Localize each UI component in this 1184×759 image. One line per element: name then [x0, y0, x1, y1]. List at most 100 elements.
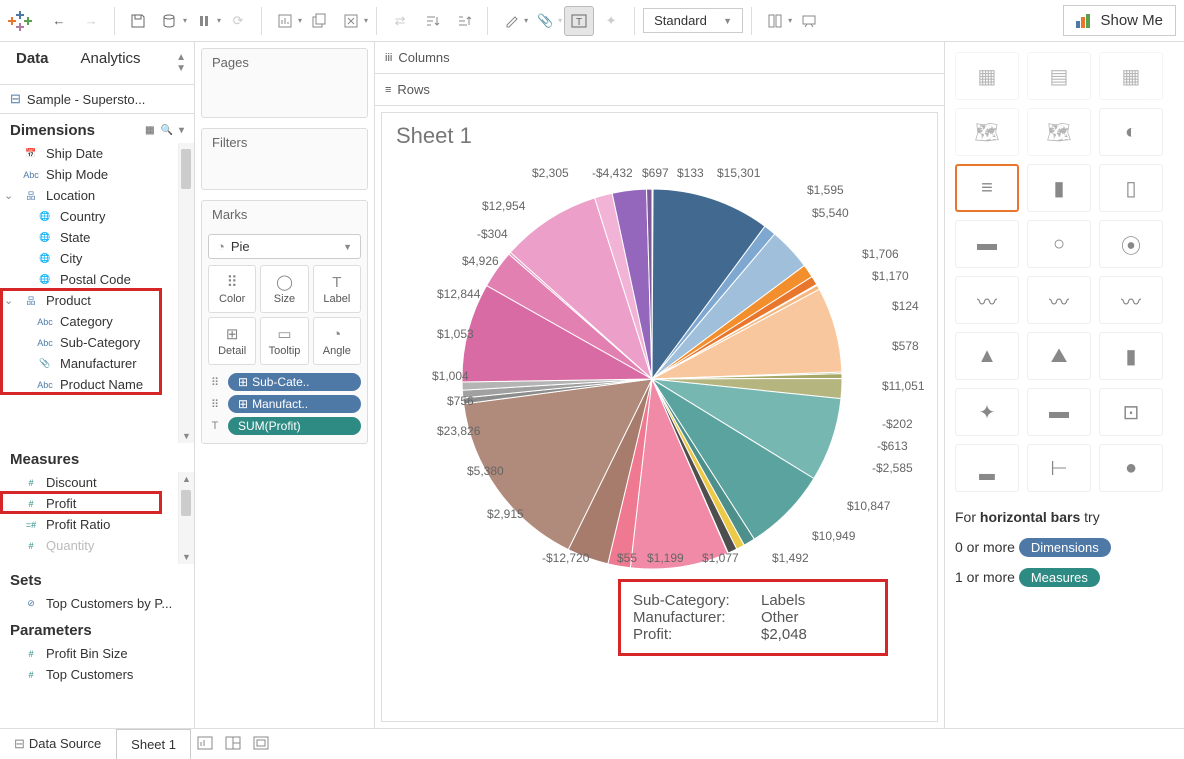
clear-button[interactable] — [336, 6, 366, 36]
showme-viz-15[interactable]: ▲ — [955, 332, 1019, 380]
showme-viz-17[interactable]: ▮ — [1099, 332, 1163, 380]
showme-viz-19[interactable]: ▬ — [1027, 388, 1091, 436]
new-dashboard-tab[interactable] — [219, 736, 247, 753]
cards-button[interactable] — [760, 6, 790, 36]
field-top-customers[interactable]: #Top Customers — [0, 664, 194, 685]
chart-label: $578 — [892, 339, 919, 353]
save-button[interactable] — [123, 6, 153, 36]
showme-button[interactable]: Show Me — [1063, 5, 1176, 36]
marks-size[interactable]: ◯Size — [260, 265, 308, 313]
tab-data[interactable]: Data — [0, 42, 65, 84]
fit-dropdown[interactable]: Standard▼ — [643, 8, 743, 33]
duplicate-button[interactable] — [304, 6, 334, 36]
showme-viz-11[interactable]: ⦿ — [1099, 220, 1163, 268]
forward-button[interactable]: → — [76, 6, 106, 36]
back-button[interactable]: ← — [44, 6, 74, 36]
showme-viz-12[interactable]: 〰 — [955, 276, 1019, 324]
columns-shelf[interactable]: iiiColumns — [375, 42, 944, 74]
chart-label: $1,170 — [872, 269, 909, 283]
field-city[interactable]: 🌐City — [0, 248, 178, 269]
datasource-tab[interactable]: ⊟Data Source — [0, 729, 116, 759]
showme-viz-3[interactable]: 🗺 — [955, 108, 1019, 156]
field-country[interactable]: 🌐Country — [0, 206, 178, 227]
marks-color[interactable]: ⠿Color — [208, 265, 256, 313]
showme-viz-22[interactable]: ⊢ — [1027, 444, 1091, 492]
showme-viz-14[interactable]: 〰 — [1099, 276, 1163, 324]
pill-row[interactable]: TSUM(Profit) — [208, 417, 361, 435]
sort-asc-button[interactable] — [417, 6, 447, 36]
sheet-tabs-footer: ⊟Data Source Sheet 1 — [0, 728, 1184, 759]
showme-viz-0[interactable]: ▦ — [955, 52, 1019, 100]
showme-viz-9[interactable]: ▬ — [955, 220, 1019, 268]
refresh-button[interactable]: ⟳ — [223, 6, 253, 36]
marks-angle[interactable]: ◔Angle — [313, 317, 361, 365]
field-product[interactable]: ⌄品Product — [0, 290, 178, 311]
new-worksheet-button[interactable] — [270, 6, 300, 36]
mark-type-dropdown[interactable]: ◔Pie▼ — [208, 234, 361, 259]
new-datasource-button[interactable] — [155, 6, 185, 36]
field-sub-category[interactable]: AbcSub-Category — [0, 332, 178, 353]
field-profit[interactable]: #Profit — [0, 493, 178, 514]
labels-button[interactable]: T — [564, 6, 594, 36]
field-location[interactable]: ⌄品Location — [0, 185, 178, 206]
showme-viz-20[interactable]: ⊡ — [1099, 388, 1163, 436]
field-ship-date[interactable]: 📅Ship Date — [0, 143, 178, 164]
pause-updates-button[interactable] — [189, 6, 219, 36]
params-header: Parameters — [0, 614, 194, 643]
field-category[interactable]: AbcCategory — [0, 311, 178, 332]
field-profit-ratio[interactable]: =#Profit Ratio — [0, 514, 178, 535]
sets-header: Sets — [0, 564, 194, 593]
pill-row[interactable]: ⠿⊞Sub-Cate.. — [208, 373, 361, 391]
presentation-button[interactable] — [794, 6, 824, 36]
new-story-tab[interactable] — [247, 736, 275, 753]
shelves-panel: Pages Filters Marks ◔Pie▼ ⠿Color◯SizeTLa… — [195, 42, 375, 728]
swap-button[interactable]: ⇄ — [385, 6, 415, 36]
chart-label: -$2,585 — [872, 461, 913, 475]
chart-label: $1,706 — [862, 247, 899, 261]
sheet-title[interactable]: Sheet 1 — [382, 113, 937, 159]
measures-header: Measures — [0, 443, 194, 472]
highlight-button[interactable] — [496, 6, 526, 36]
showme-viz-13[interactable]: 〰 — [1027, 276, 1091, 324]
field-state[interactable]: 🌐State — [0, 227, 178, 248]
filters-shelf[interactable]: Filters — [201, 128, 368, 190]
pages-shelf[interactable]: Pages — [201, 48, 368, 118]
pin-button[interactable]: ✦ — [596, 6, 626, 36]
showme-viz-6[interactable]: ≡ — [955, 164, 1019, 212]
showme-viz-23[interactable]: ● — [1099, 444, 1163, 492]
showme-viz-8[interactable]: ▯ — [1099, 164, 1163, 212]
group-button[interactable]: 📎 — [530, 6, 560, 36]
chart-label: -$202 — [882, 417, 913, 431]
marks-detail[interactable]: ⊞Detail — [208, 317, 256, 365]
showme-viz-1[interactable]: ▤ — [1027, 52, 1091, 100]
showme-viz-10[interactable]: ○ — [1027, 220, 1091, 268]
marks-label[interactable]: TLabel — [313, 265, 361, 313]
showme-viz-7[interactable]: ▮ — [1027, 164, 1091, 212]
tab-analytics[interactable]: Analytics — [65, 42, 157, 84]
field-postal-code[interactable]: 🌐Postal Code — [0, 269, 178, 290]
marks-card: Marks ◔Pie▼ ⠿Color◯SizeTLabel⊞Detail▭Too… — [201, 200, 368, 444]
svg-text:T: T — [576, 17, 582, 28]
sort-desc-button[interactable] — [449, 6, 479, 36]
field-quantity[interactable]: #Quantity — [0, 535, 178, 556]
field-manufacturer[interactable]: 📎Manufacturer — [0, 353, 178, 374]
showme-viz-2[interactable]: ▦ — [1099, 52, 1163, 100]
field-ship-mode[interactable]: AbcShip Mode — [0, 164, 178, 185]
rows-shelf[interactable]: ≡Rows — [375, 74, 944, 106]
field-top-customers-by-p-[interactable]: ⊘Top Customers by P... — [0, 593, 194, 614]
showme-viz-4[interactable]: 🗺 — [1027, 108, 1091, 156]
showme-viz-16[interactable]: ⛰ — [1027, 332, 1091, 380]
pie-chart[interactable] — [442, 169, 862, 589]
marks-tooltip[interactable]: ▭Tooltip — [260, 317, 308, 365]
pill-row[interactable]: ⠿⊞Manufact.. — [208, 395, 361, 413]
tableau-logo-icon — [8, 9, 32, 33]
showme-viz-18[interactable]: ✦ — [955, 388, 1019, 436]
field-product-name[interactable]: AbcProduct Name — [0, 374, 178, 395]
field-discount[interactable]: #Discount — [0, 472, 178, 493]
sheet1-tab[interactable]: Sheet 1 — [116, 729, 191, 759]
field-profit-bin-size[interactable]: #Profit Bin Size — [0, 643, 194, 664]
showme-viz-21[interactable]: ▂ — [955, 444, 1019, 492]
showme-viz-5[interactable]: ◐ — [1099, 108, 1163, 156]
datasource-row[interactable]: ⊟ Sample - Supersto... — [0, 85, 194, 113]
new-worksheet-tab[interactable] — [191, 736, 219, 753]
